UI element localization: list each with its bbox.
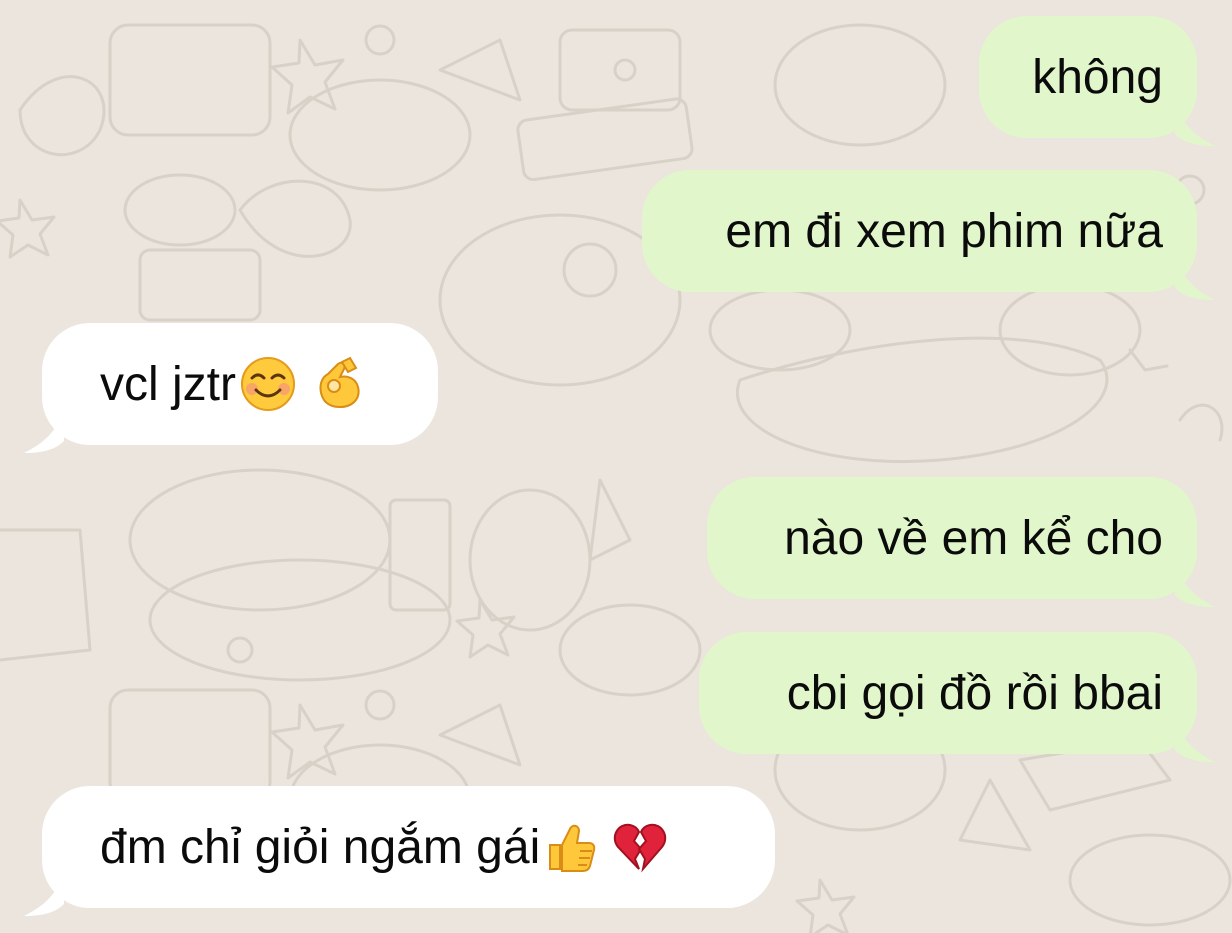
outgoing-message-bubble[interactable]: cbi gọi đồ rồi bbai — [699, 632, 1215, 762]
outgoing-message-bubble[interactable]: em đi xem phim nữa — [642, 170, 1215, 300]
broken-heart-emoji — [612, 819, 668, 875]
message-text: em đi xem phim nữa — [725, 204, 1163, 258]
message-text: cbi gọi đồ rồi bbai — [786, 666, 1163, 720]
ok-hand-emoji — [310, 356, 366, 412]
bubble-tail — [24, 876, 64, 916]
bubble-tail — [1175, 106, 1215, 146]
outgoing-message-bubble[interactable]: nào về em kể cho — [707, 477, 1215, 607]
incoming-message-bubble[interactable]: đm chỉ giỏi ngắm gái — [24, 786, 775, 916]
outgoing-message-bubble[interactable]: không — [979, 16, 1215, 146]
message-text: đm chỉ giỏi ngắm gái — [100, 820, 541, 874]
incoming-message-bubble[interactable]: vcl jztr — [24, 323, 438, 453]
bubble-tail — [1175, 567, 1215, 607]
thumbs-up-emoji — [542, 819, 598, 875]
bubble-tail — [24, 413, 64, 453]
bubble-tail — [1175, 260, 1215, 300]
message-text: vcl jztr — [100, 357, 236, 411]
message-text: không — [1032, 50, 1163, 104]
message-text: nào về em kể cho — [784, 511, 1163, 565]
bubble-tail — [1175, 722, 1215, 762]
chat-thread: không em đi xem phim nữa vcl jztr nào về… — [0, 0, 1232, 933]
smiling-face-emoji — [240, 356, 296, 412]
